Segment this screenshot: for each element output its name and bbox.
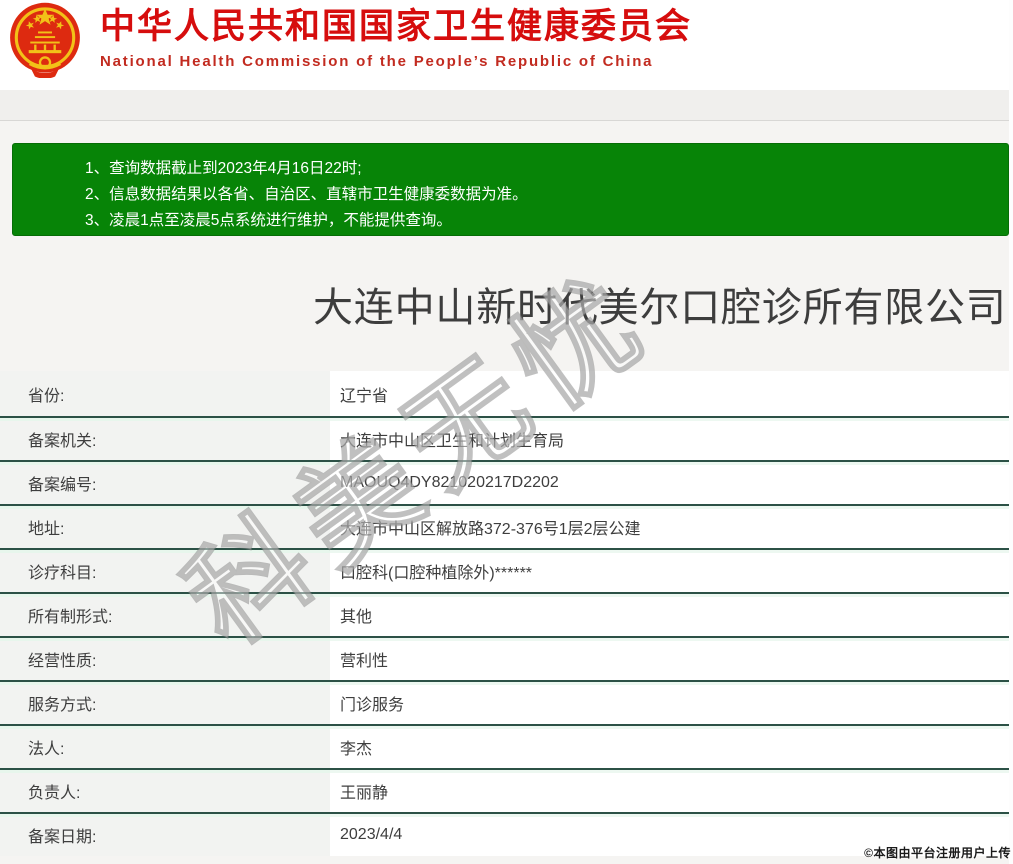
notice-line-3: 3、凌晨1点至凌晨5点系统进行维护，不能提供查询。 <box>85 212 452 229</box>
field-value: 门诊服务 <box>330 682 1013 724</box>
field-value: 营利性 <box>330 638 1013 680</box>
table-row: 经营性质: 营利性 <box>0 636 1013 680</box>
field-value: 大连市中山区解放路372-376号1层2层公建 <box>330 506 1013 548</box>
org-title: 大连中山新时代美尔口腔诊所有限公司 <box>313 285 1007 330</box>
site-header: 中华人民共和国国家卫生健康委员会 National Health Commiss… <box>0 0 1013 90</box>
field-label: 备案编号: <box>0 462 330 504</box>
table-row: 备案机关: 大连市中山区卫生和计划生育局 <box>0 416 1013 460</box>
field-label: 备案日期: <box>0 814 330 856</box>
field-label: 备案机关: <box>0 418 330 460</box>
table-row: 省份: 辽宁省 <box>0 371 1013 416</box>
site-header-text: 中华人民共和国国家卫生健康委员会 National Health Commiss… <box>100 2 692 70</box>
field-value: MAOUQ4DY821020217D2202 <box>330 462 1013 504</box>
field-label: 所有制形式: <box>0 594 330 636</box>
field-label: 地址: <box>0 506 330 548</box>
field-value: 大连市中山区卫生和计划生育局 <box>330 418 1013 460</box>
header-divider-band <box>0 90 1013 121</box>
table-row: 所有制形式: 其他 <box>0 592 1013 636</box>
field-label: 服务方式: <box>0 682 330 724</box>
field-label: 法人: <box>0 726 330 768</box>
field-value: 李杰 <box>330 726 1013 768</box>
field-value: 辽宁省 <box>330 371 1013 416</box>
site-title-zh: 中华人民共和国国家卫生健康委员会 <box>100 7 693 46</box>
table-row: 地址: 大连市中山区解放路372-376号1层2层公建 <box>0 504 1013 548</box>
notice-box: 1、查询数据截止到2023年4月16日22时; 2、信息数据结果以各省、自治区、… <box>12 143 1009 236</box>
table-row: 诊疗科目: 口腔科(口腔种植除外)****** <box>0 548 1013 592</box>
field-label: 省份: <box>0 371 330 416</box>
field-value: 口腔科(口腔种植除外)****** <box>330 550 1013 592</box>
notice-line-1: 1、查询数据截止到2023年4月16日22时; <box>85 160 362 177</box>
notice-line-2: 2、信息数据结果以各省、自治区、直辖市卫生健康委数据为准。 <box>85 186 528 203</box>
scrollbar-track[interactable] <box>1009 0 1013 864</box>
record-table: 省份: 辽宁省 备案机关: 大连市中山区卫生和计划生育局 备案编号: MAOUQ4DY82… <box>0 371 1013 856</box>
table-row: 备案编号: MAOUQ4DY821020217D2202 <box>0 460 1013 504</box>
credit-note: ©本图由平台注册用户上传 <box>864 846 1011 860</box>
page: { "header": { "title_zh": "中华人民共和国国家卫生健康… <box>0 0 1013 864</box>
field-label: 经营性质: <box>0 638 330 680</box>
org-title-section: 大连中山新时代美尔口腔诊所有限公司 <box>0 236 1013 371</box>
table-row: 负责人: 王丽静 <box>0 768 1013 812</box>
field-value: 王丽静 <box>330 770 1013 812</box>
field-value: 其他 <box>330 594 1013 636</box>
table-row: 服务方式: 门诊服务 <box>0 680 1013 724</box>
site-title-en: National Health Commission of the People… <box>100 53 654 71</box>
field-label: 诊疗科目: <box>0 550 330 592</box>
table-row: 备案日期: 2023/4/4 <box>0 812 1013 856</box>
national-emblem-icon <box>10 2 80 78</box>
table-row: 法人: 李杰 <box>0 724 1013 768</box>
field-label: 负责人: <box>0 770 330 812</box>
